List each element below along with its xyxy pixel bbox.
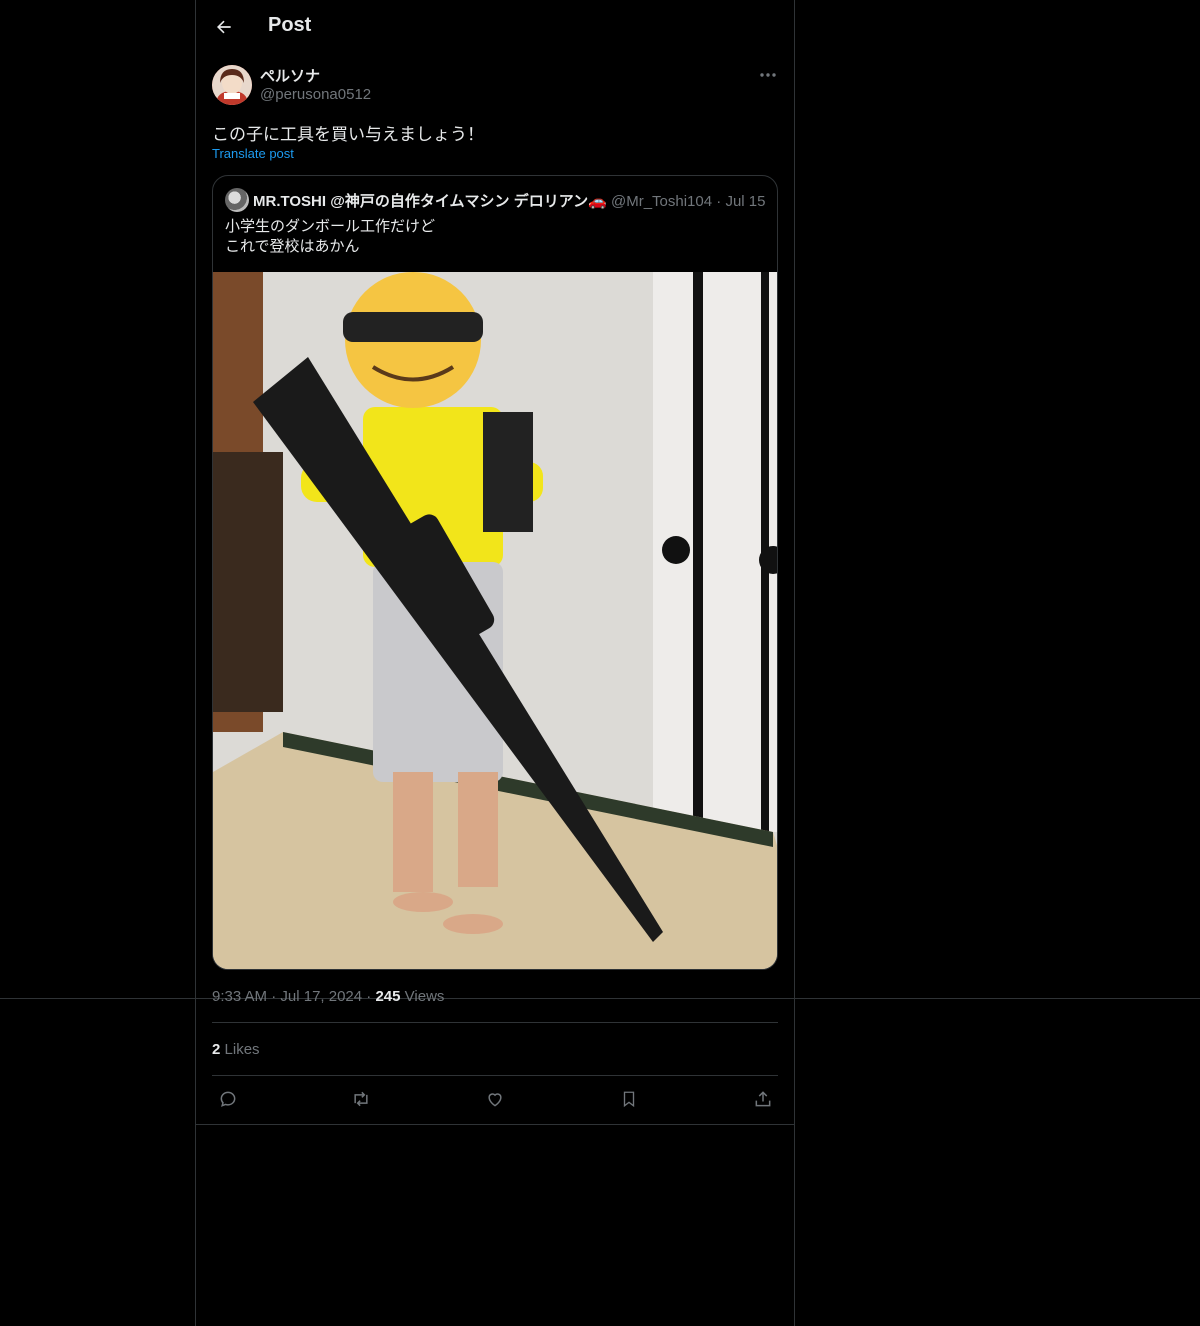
- repost-icon: [354, 1091, 368, 1107]
- divider: [212, 1022, 778, 1023]
- action-bar: [212, 1080, 778, 1122]
- more-options-button[interactable]: [754, 63, 782, 87]
- author-name[interactable]: ペルソナ: [260, 65, 320, 86]
- post-time[interactable]: 9:33 AM: [212, 988, 267, 1005]
- top-bar: Post: [196, 0, 794, 54]
- avatar-image: [212, 65, 252, 105]
- quote-photo[interactable]: [213, 272, 777, 969]
- post-column: Post ペルソナ @perusona0512 この子に工具を買い与えましょう！…: [195, 0, 795, 1326]
- post-date[interactable]: Jul 17, 2024: [280, 988, 362, 1005]
- share-icon: [755, 1091, 771, 1107]
- back-button[interactable]: [208, 11, 240, 43]
- arrow-left-icon: [217, 20, 231, 34]
- post-meta: 9:33 AM · Jul 17, 2024 · 245 Views: [212, 988, 444, 1005]
- avatar[interactable]: [212, 65, 252, 105]
- likes-count: 2: [212, 1041, 221, 1058]
- likes-label: Likes: [224, 1041, 260, 1058]
- divider: [212, 1075, 778, 1076]
- quote-author-name: MR.TOSHI @神戸の自作タイムマシン デロリアン🚗: [253, 193, 607, 210]
- bookmark-icon: [623, 1091, 635, 1108]
- divider: [196, 1124, 794, 1125]
- share-button[interactable]: [746, 1080, 780, 1118]
- quote-author-handle: @Mr_Toshi104: [610, 193, 713, 210]
- page-title: Post: [268, 14, 312, 36]
- repost-button[interactable]: [344, 1080, 378, 1118]
- quote-avatar: [225, 188, 249, 212]
- quote-header: MR.TOSHI @神戸の自作タイムマシン デロリアン🚗 @Mr_Toshi10…: [253, 190, 765, 211]
- more-horizontal-icon: [760, 73, 776, 77]
- post-text: この子に工具を買い与えましょう！: [212, 125, 484, 144]
- reply-button[interactable]: [211, 1080, 245, 1118]
- quote-date-separator: ·: [716, 193, 722, 210]
- quoted-post[interactable]: MR.TOSHI @神戸の自作タイムマシン デロリアン🚗 @Mr_Toshi10…: [212, 175, 778, 970]
- quote-text: 小学生のダンボール工作だけど これで登校はあかん: [225, 217, 435, 257]
- views-label: Views: [404, 988, 445, 1005]
- quote-text-line: 小学生のダンボール工作だけど: [225, 218, 436, 235]
- author-handle[interactable]: @perusona0512: [260, 86, 371, 103]
- heart-icon: [488, 1093, 502, 1107]
- meta-separator: ·: [271, 988, 281, 1005]
- quote-text-line: これで登校はあかん: [225, 238, 360, 255]
- reply-icon: [220, 1091, 236, 1107]
- likes-link[interactable]: 2 Likes: [212, 1041, 260, 1058]
- bookmark-button[interactable]: [612, 1080, 646, 1118]
- quote-date: Jul 15: [725, 193, 766, 210]
- like-button[interactable]: [478, 1080, 512, 1118]
- child-with-cardboard-rifle-photo: [213, 272, 777, 969]
- views-count: 245: [375, 988, 401, 1005]
- translate-post-link[interactable]: Translate post: [212, 146, 294, 161]
